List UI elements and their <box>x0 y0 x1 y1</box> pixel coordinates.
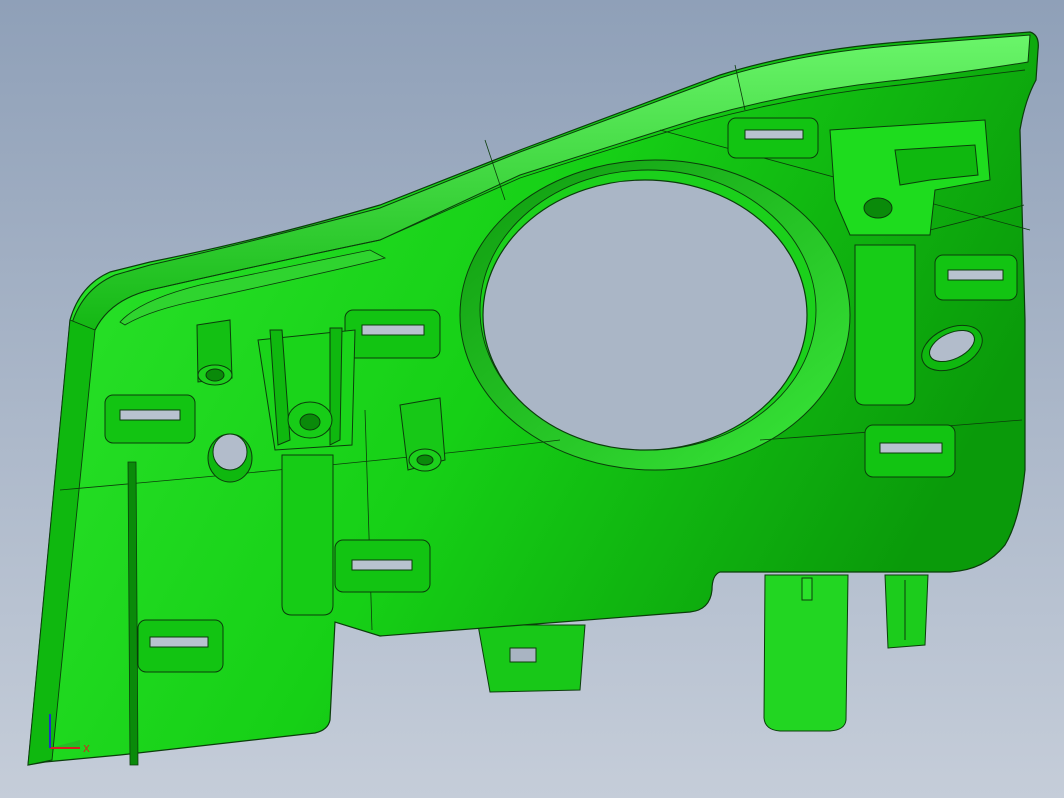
clip-slot <box>934 254 1018 301</box>
model-canvas[interactable] <box>0 0 1064 798</box>
clip-slot <box>104 394 196 444</box>
triad-base <box>50 740 80 748</box>
3d-viewport[interactable]: X <box>0 0 1064 798</box>
round-hole <box>212 433 248 471</box>
clip-slot <box>344 309 441 359</box>
vertical-rib <box>127 461 139 766</box>
clip-slot <box>137 619 224 673</box>
bottom-tab-right <box>884 574 929 649</box>
bottom-tab-center-rib <box>801 577 813 601</box>
axis-triad: X <box>49 714 90 755</box>
clip-slot <box>334 539 431 593</box>
x-axis-label: X <box>83 744 90 755</box>
bottom-tab-slot <box>509 647 537 663</box>
aperture-opening <box>482 179 808 451</box>
clip-slot <box>864 424 956 478</box>
main-aperture <box>459 159 851 471</box>
clip-slot <box>727 117 819 159</box>
